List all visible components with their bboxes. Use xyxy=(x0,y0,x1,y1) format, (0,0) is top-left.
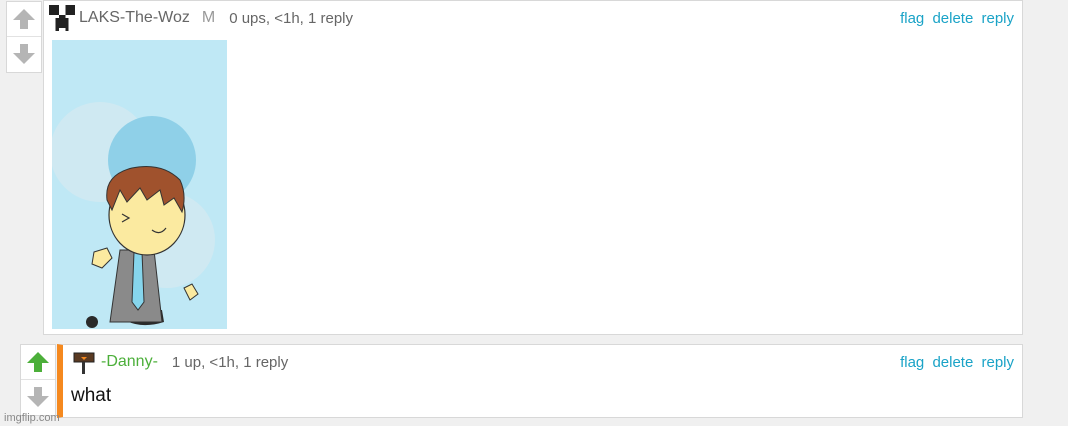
down-arrow-icon xyxy=(27,387,49,407)
upvote-button[interactable] xyxy=(21,345,55,379)
comment-header: LAKS-The-Woz M 0 ups, <1h, 1 reply xyxy=(49,5,354,31)
vote-box-2 xyxy=(20,344,56,416)
vote-box-1 xyxy=(6,1,42,73)
delete-link[interactable]: delete xyxy=(932,354,973,371)
reply-link[interactable]: reply xyxy=(981,10,1014,27)
username[interactable]: LAKS-The-Woz xyxy=(79,9,190,27)
flag-link[interactable]: flag xyxy=(900,354,924,371)
watermark: imgflip.com xyxy=(4,412,60,424)
comment-header: -Danny- 1 up, <1h, 1 reply xyxy=(71,350,288,374)
username[interactable]: -Danny- xyxy=(101,353,158,371)
reply-link[interactable]: reply xyxy=(981,354,1014,371)
comment-2: -Danny- 1 up, <1h, 1 reply flag delete r… xyxy=(57,344,1023,418)
signpost-avatar-icon xyxy=(73,352,95,374)
up-arrow-icon xyxy=(27,352,49,372)
downvote-button[interactable] xyxy=(21,379,55,414)
comment-meta: 0 ups, <1h, 1 reply xyxy=(229,9,354,27)
delete-link[interactable]: delete xyxy=(932,10,973,27)
up-arrow-icon xyxy=(13,9,35,29)
upvote-button[interactable] xyxy=(7,2,41,36)
comment-1: LAKS-The-Woz M 0 ups, <1h, 1 reply flag … xyxy=(43,0,1023,335)
comment-actions: flag delete reply xyxy=(896,10,1014,27)
creeper-avatar-icon xyxy=(49,5,75,31)
comment-text: what xyxy=(71,385,112,406)
downvote-button[interactable] xyxy=(7,36,41,71)
flag-link[interactable]: flag xyxy=(900,10,924,27)
mod-badge: M xyxy=(201,9,216,26)
comment-actions: flag delete reply xyxy=(896,354,1014,371)
comment-image[interactable] xyxy=(52,40,227,329)
comment-meta: 1 up, <1h, 1 reply xyxy=(171,353,289,371)
down-arrow-icon xyxy=(13,44,35,64)
